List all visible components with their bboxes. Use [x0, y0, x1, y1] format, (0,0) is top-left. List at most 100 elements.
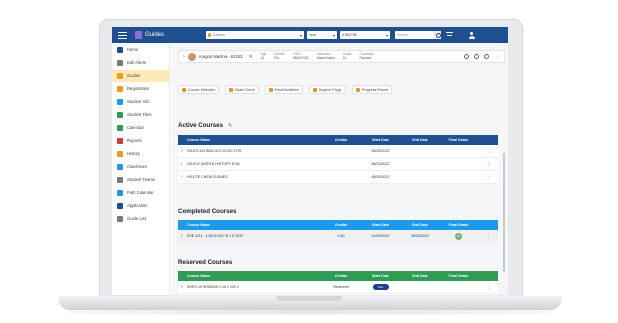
student-meta-item: Insurance Marlia Noles	[316, 52, 335, 61]
course-start-date: 01/03/2022	[371, 234, 390, 238]
column-header: Start Date	[372, 274, 389, 278]
sidebar-item-registration[interactable]: Registration	[112, 83, 169, 95]
active-courses-title: Active Courses ✎	[178, 122, 232, 129]
table-row[interactable]: ›SE241 ALGEBRA II GTReservedNow⋮	[178, 294, 498, 295]
laptop-screen: Guides Cadmin ▾ Year ▾ # 862765 ▾ Search…	[112, 27, 508, 295]
course-end-date: 05/26/2022	[410, 234, 429, 238]
course-name: SHES-19 SPANISH 1 IB 1 HIS 2	[186, 285, 239, 289]
chevron-down-icon: ▾	[333, 32, 336, 38]
row-more-options-icon[interactable]: ⋮	[478, 233, 498, 239]
sidebar-item-label: Student Files	[127, 111, 152, 117]
action-label: Course Selection	[188, 87, 216, 92]
completed-courses-heading: Completed Courses	[178, 208, 237, 215]
school-select[interactable]: Cadmin ▾	[206, 31, 305, 39]
action-icon	[312, 87, 317, 92]
action-button[interactable]: Grad Check	[225, 85, 259, 94]
sidebar-item-icon	[117, 138, 123, 144]
scrollbar[interactable]	[503, 153, 505, 273]
year-select[interactable]: Year ▾	[307, 31, 338, 39]
action-icon	[355, 87, 360, 92]
refresh-icon[interactable]	[474, 54, 479, 59]
edit-pencil-icon[interactable]: ✎	[228, 123, 232, 129]
column-header: Final Grade	[448, 223, 469, 227]
table-row[interactable]: › HS-ETE CHEM CUSNES 08/25/2022 ⋮	[178, 171, 498, 184]
view-icon[interactable]	[464, 54, 469, 59]
action-button[interactable]: Progress Report	[351, 85, 393, 94]
sidebar-item-classroom[interactable]: Classroom	[112, 161, 169, 173]
table-row[interactable]: › HS-ES-104 BIOLOGY B ESI 2 HS 08/25/2022 ⋮	[178, 145, 498, 158]
sidebar-item-path-calendar[interactable]: Path Calendar	[112, 187, 169, 199]
sidebar-item-reports[interactable]: Reports	[112, 135, 169, 147]
action-button[interactable]: Course Selection	[178, 85, 220, 94]
course-name: HS-ELE WORLD HISTORY B 69	[186, 162, 240, 166]
sidebar-item-calendar[interactable]: Calendar	[112, 122, 169, 134]
sidebar-item-guides[interactable]: Guides	[112, 70, 169, 82]
row-more-options-icon[interactable]: ⋮	[478, 161, 498, 167]
active-courses-heading: Active Courses	[178, 122, 224, 129]
grade-badge: B	[455, 232, 462, 240]
action-icon	[182, 87, 186, 92]
student-bar-icons: ⋮	[459, 54, 500, 60]
search-placeholder: Search	[397, 33, 409, 37]
action-label: Enroll Activities	[274, 87, 299, 92]
table-row[interactable]: › SHES-19 SPANISH 1 IB 1 HIS 2 Reserved Now…	[178, 281, 498, 294]
sidebar-item-icon	[117, 99, 123, 105]
column-header: End Date	[412, 274, 428, 278]
student-meta-value: Marlia Noles	[316, 55, 335, 60]
sidebar-item-guide-list[interactable]: Guide List	[112, 213, 169, 225]
sidebar-item-student-teams[interactable]: Student Teams	[112, 174, 169, 186]
search-input[interactable]: Search	[395, 31, 442, 39]
column-header: Start Date	[372, 223, 389, 227]
sidebar-item-icon	[117, 203, 123, 209]
column-header: Course Name	[186, 223, 211, 227]
sidebar-item-label: Calendar	[127, 124, 144, 130]
more-options-icon[interactable]: ⋮	[495, 54, 500, 60]
table-header: Course Name Credits Start Date End Date Fina…	[178, 220, 498, 230]
course-start-date: 08/23/2022	[371, 162, 390, 166]
main-content: › Aragon Marlina - 81243 ✕ Age 14 Gender Fm…	[171, 43, 508, 295]
student-meta-item: Grade 10	[343, 52, 352, 61]
column-header: Credits	[334, 138, 348, 142]
sidebar-item-label: Guides	[127, 72, 141, 78]
student-name: Aragon Marlina - 81243	[198, 54, 243, 59]
row-more-options-icon[interactable]: ⋮	[478, 284, 498, 290]
active-courses-table: Course Name Credits Start Date End Date Fina…	[178, 135, 498, 184]
filter-icon[interactable]	[446, 32, 454, 38]
column-header: End Date	[412, 223, 428, 227]
sidebar-item-label: Reports	[127, 137, 142, 143]
sidebar-item-student-files[interactable]: Student Files	[112, 109, 169, 121]
expand-chevron-icon[interactable]: ›	[183, 54, 185, 60]
action-icon	[229, 87, 234, 92]
action-button[interactable]: Enroll Activities	[264, 85, 303, 94]
sidebar-item-label: Edit Alerts	[127, 59, 146, 65]
sidebar-item-student-info[interactable]: Student Info	[112, 96, 169, 108]
table-row[interactable]: › HS-ELE WORLD HISTORY B 69 08/23/2022 ⋮	[178, 158, 498, 171]
student-meta-item: Counselor Favores	[360, 52, 375, 61]
user-account-icon[interactable]	[468, 31, 475, 39]
search-icon[interactable]	[434, 31, 442, 39]
student-meta-value: 864397031	[292, 55, 309, 60]
student-meta-item: Gender Fm	[274, 52, 285, 61]
start-now-button[interactable]: Now	[372, 284, 389, 290]
table-row[interactable]: › ESE 1111 - 4 BIOLOGY B 1 S SCR 0.50 01/03…	[178, 230, 498, 243]
reserved-courses-title: Reserved Courses	[178, 259, 232, 266]
course-name: HS-ES-104 BIOLOGY B ESI 2 HS	[186, 149, 242, 153]
year-select-value: Year	[309, 33, 317, 37]
course-start-date: Now	[360, 284, 401, 290]
sidebar-item-icon	[117, 216, 123, 222]
settings-icon[interactable]	[484, 54, 489, 59]
sidebar-item-history[interactable]: History	[112, 148, 169, 160]
row-more-options-icon[interactable]: ⋮	[478, 148, 498, 154]
student-select[interactable]: # 862765 ▾	[340, 31, 391, 39]
course-credits: Reserved	[333, 285, 349, 289]
student-meta-item: Age 14	[261, 52, 267, 61]
sidebar-item-home[interactable]: Home	[112, 44, 169, 56]
table-header: Course Name Credits Start Date End Date Fina…	[178, 271, 498, 281]
top-navigation-bar: Guides Cadmin ▾ Year ▾ # 862765 ▾ Search	[112, 27, 508, 43]
action-button[interactable]: Support Progr.	[308, 85, 346, 94]
sidebar-item-application[interactable]: Application	[112, 200, 169, 212]
row-more-options-icon[interactable]: ⋮	[478, 174, 498, 180]
sidebar-item-label: Student Info	[127, 98, 150, 104]
sidebar-item-edit-alerts[interactable]: Edit Alerts	[112, 57, 169, 69]
hamburger-menu-icon[interactable]	[118, 31, 127, 39]
